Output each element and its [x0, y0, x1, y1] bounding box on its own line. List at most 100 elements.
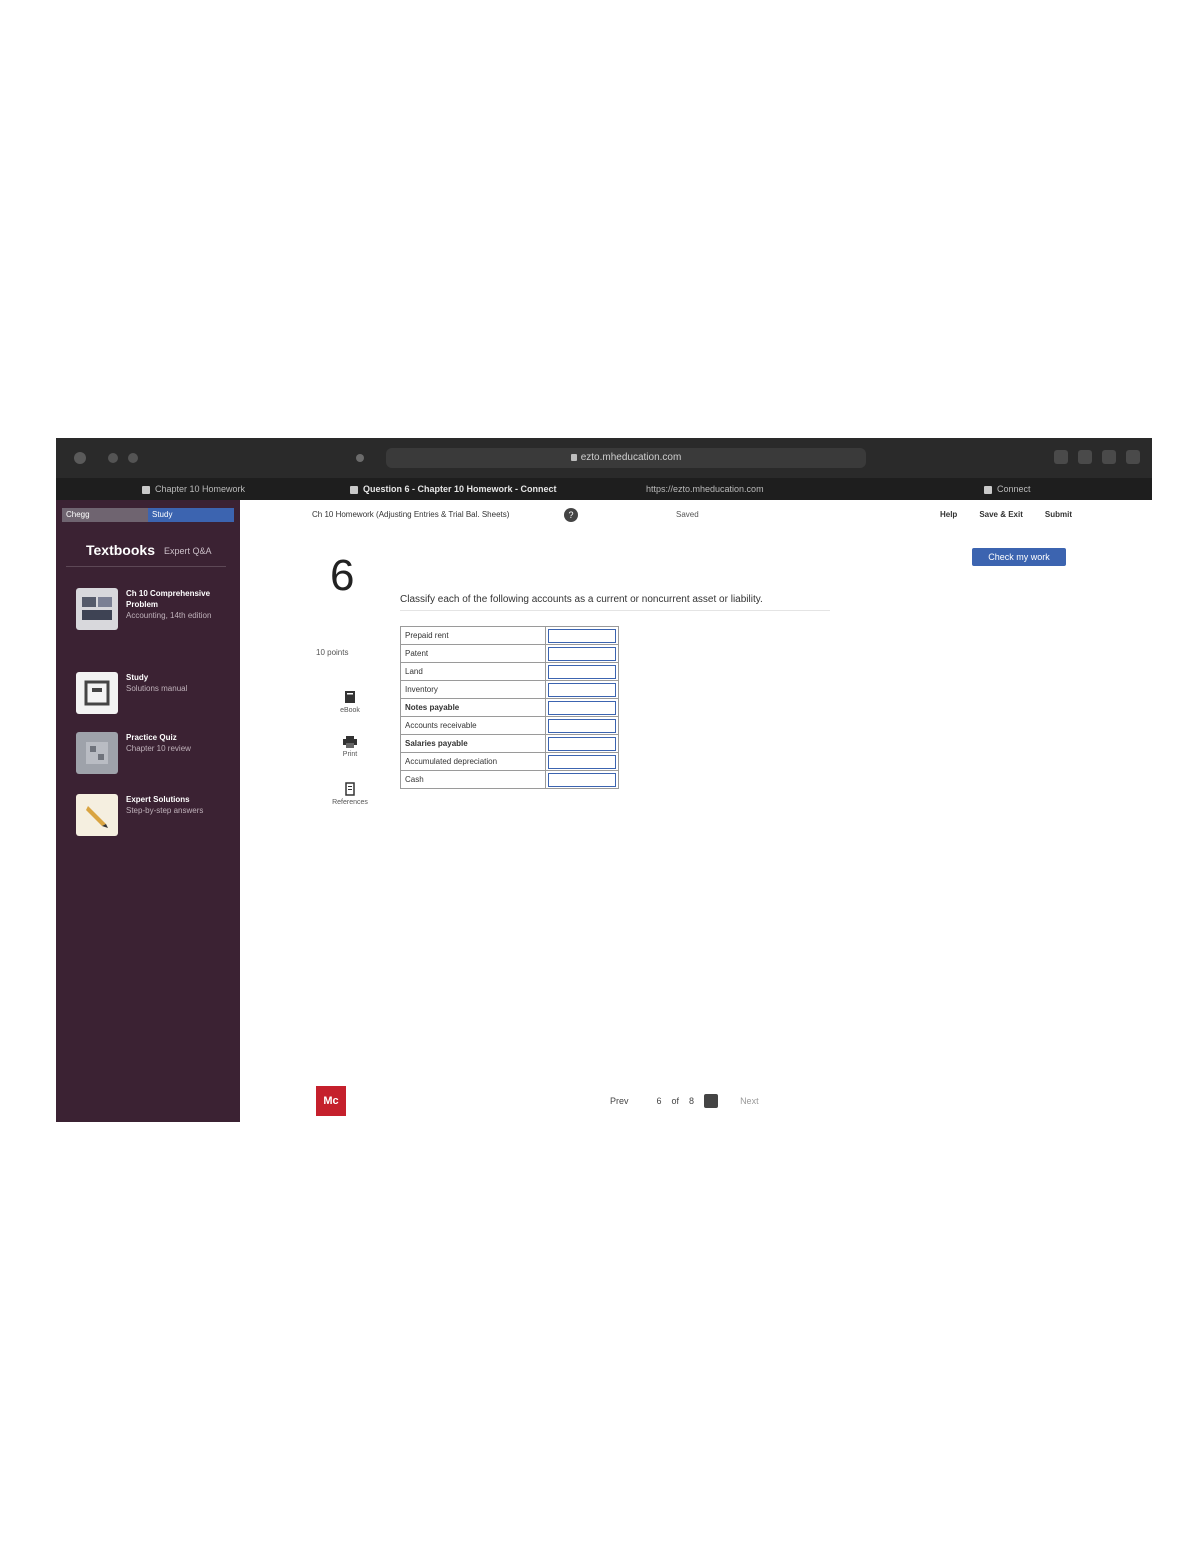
extensions-icon[interactable]	[1126, 450, 1140, 464]
sidebar-item-meta: Accounting, 14th edition	[126, 611, 212, 620]
screenshot-frame: ezto.mheducation.com Chapter 10 Homework…	[56, 438, 1152, 1122]
sidebar-item[interactable]: Study Solutions manual	[76, 672, 226, 730]
sidebar-subtitle[interactable]: Expert Q&A	[164, 546, 212, 556]
sidebar-item-meta: Step-by-step answers	[126, 806, 204, 815]
sidebar-item[interactable]: Expert Solutions Step-by-step answers	[76, 794, 226, 852]
next-button[interactable]: Next	[740, 1096, 759, 1106]
document-thumbnail-icon	[76, 672, 118, 714]
classification-input[interactable]	[548, 754, 616, 769]
sidebar-item[interactable]: Ch 10 Comprehensive Problem Accounting, 1…	[76, 588, 226, 646]
reference-icon	[345, 782, 355, 796]
pencil-thumbnail-icon	[76, 794, 118, 836]
book-icon	[345, 691, 355, 703]
sidebar-item-meta: Solutions manual	[126, 684, 188, 693]
classification-input[interactable]	[548, 664, 616, 679]
tab-overview-icon[interactable]	[1102, 450, 1116, 464]
sidebar-item-title: Expert Solutions	[126, 795, 190, 804]
page-total: 8	[689, 1096, 695, 1106]
sidebar-toggle-icon[interactable]	[356, 454, 364, 462]
account-name: Patent	[400, 644, 546, 663]
url-text: ezto.mheducation.com	[580, 452, 682, 463]
account-row: Patent	[400, 644, 619, 663]
tab-item[interactable]: https://ezto.mheducation.com	[646, 481, 764, 497]
sidebar-item-title: Study	[126, 673, 149, 682]
classification-input[interactable]	[548, 700, 616, 715]
account-row: Salaries payable	[400, 734, 619, 753]
tool-label: Print	[342, 751, 358, 758]
lock-icon	[570, 453, 577, 461]
question-grid-icon[interactable]	[704, 1094, 719, 1108]
mcgraw-hill-logo: Mc	[316, 1086, 346, 1116]
save-exit-link[interactable]: Save & Exit	[979, 510, 1023, 519]
account-name: Inventory	[400, 680, 546, 699]
sidebar-title: Textbooks	[86, 542, 155, 558]
tab-item[interactable]: Connect	[984, 481, 1031, 497]
classification-cell	[545, 662, 619, 681]
account-name: Salaries payable	[400, 734, 546, 753]
references-tool[interactable]: References	[320, 782, 380, 806]
help-icon[interactable]: ?	[564, 508, 578, 522]
forward-icon[interactable]	[128, 453, 138, 463]
account-name: Cash	[400, 770, 546, 789]
tab-label: Chapter 10 Homework	[155, 484, 246, 494]
help-link[interactable]: Help	[940, 510, 957, 519]
classification-input[interactable]	[548, 736, 616, 751]
tab-item[interactable]: Chapter 10 Homework	[142, 481, 245, 497]
assignment-topbar: Ch 10 Homework (Adjusting Entries & Tria…	[312, 508, 1072, 526]
sidebar-item-title: Ch 10 Comprehensive Problem	[126, 589, 211, 609]
textbook-thumbnail-icon	[76, 588, 118, 630]
classification-input[interactable]	[548, 682, 616, 697]
classification-cell	[545, 680, 619, 699]
classification-cell	[545, 716, 619, 735]
classification-input[interactable]	[548, 718, 616, 733]
browser-actions	[1054, 450, 1140, 464]
top-links: Help Save & Exit Submit	[940, 510, 1072, 519]
account-row: Cash	[400, 770, 619, 789]
sidebar-tabs: Chegg Study	[62, 508, 234, 522]
account-row: Prepaid rent	[400, 626, 619, 645]
prompt-divider	[400, 610, 830, 611]
account-row: Inventory	[400, 680, 619, 699]
tab-item-active[interactable]: Question 6 - Chapter 10 Homework - Conne…	[350, 481, 557, 497]
new-tab-icon[interactable]	[1078, 450, 1092, 464]
check-work-button[interactable]: Check my work	[972, 548, 1066, 566]
prev-button[interactable]: Prev	[610, 1096, 629, 1106]
account-row: Notes payable	[400, 698, 619, 717]
submit-link[interactable]: Submit	[1045, 510, 1072, 519]
page-current: 6	[656, 1096, 662, 1106]
classification-cell	[545, 644, 619, 663]
classification-cell	[545, 752, 619, 771]
window-control-icon[interactable]	[74, 452, 86, 464]
classification-input[interactable]	[548, 646, 616, 661]
tab-label: Connect	[997, 484, 1031, 494]
classification-cell	[545, 770, 619, 789]
sidebar-tab-right[interactable]: Study	[148, 508, 234, 522]
account-name: Notes payable	[400, 698, 546, 717]
account-row: Land	[400, 662, 619, 681]
account-name: Land	[400, 662, 546, 681]
sidebar-item-meta: Chapter 10 review	[126, 744, 191, 753]
tool-label: References	[332, 799, 368, 806]
classification-cell	[545, 734, 619, 753]
classification-cell	[545, 698, 619, 717]
page-of: of	[671, 1096, 680, 1106]
ebook-tool[interactable]: eBook	[320, 690, 380, 714]
assignment-main: Ch 10 Homework (Adjusting Entries & Tria…	[240, 500, 1152, 1122]
address-bar[interactable]: ezto.mheducation.com	[386, 448, 866, 468]
tab-label: https://ezto.mheducation.com	[646, 484, 764, 494]
classification-input[interactable]	[548, 772, 616, 787]
share-icon[interactable]	[1054, 450, 1068, 464]
sidebar-item[interactable]: Practice Quiz Chapter 10 review	[76, 732, 226, 790]
favicon-icon	[350, 485, 358, 494]
account-row: Accumulated depreciation	[400, 752, 619, 771]
print-tool[interactable]: Print	[320, 736, 380, 758]
tab-label: Question 6 - Chapter 10 Homework - Conne…	[363, 484, 557, 494]
favicon-icon	[984, 485, 992, 494]
print-icon	[343, 736, 357, 748]
back-icon[interactable]	[108, 453, 118, 463]
sidebar-tab-left[interactable]: Chegg	[62, 508, 148, 522]
tool-label: eBook	[340, 707, 360, 714]
classification-input[interactable]	[548, 628, 616, 643]
question-pager: Prev 6 of 8 Next	[610, 1092, 850, 1110]
question-number: 6	[330, 551, 355, 600]
